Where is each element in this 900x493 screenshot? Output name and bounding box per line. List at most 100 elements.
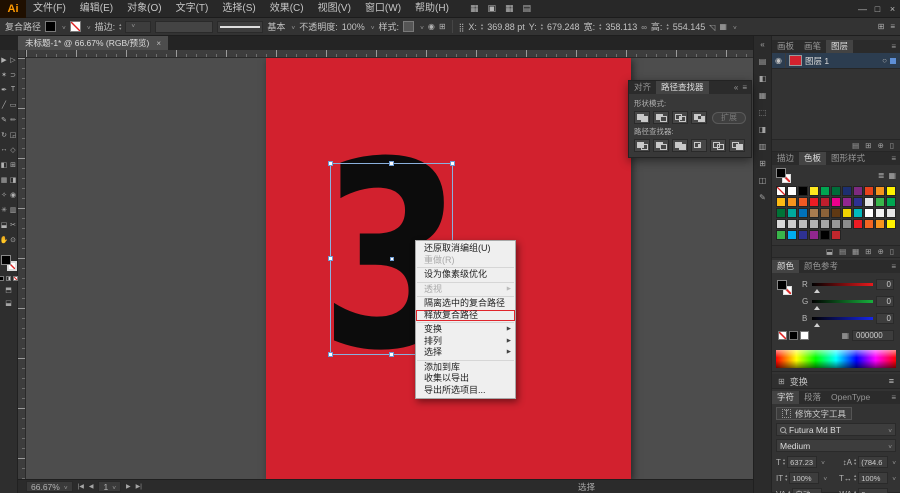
visibility-eye-icon[interactable] [772, 53, 786, 68]
artboard-tool[interactable]: ⬓ [0, 217, 9, 232]
layers-footer-icon[interactable]: ▤ [852, 141, 859, 150]
reference-point-locator[interactable] [459, 22, 465, 32]
menu-item-transform[interactable]: 变换 [416, 324, 515, 336]
white-swatch[interactable] [800, 331, 809, 340]
color-swatch[interactable] [776, 230, 786, 240]
panel-icon[interactable]: ▥ [759, 142, 767, 151]
color-swatch[interactable] [787, 208, 797, 218]
tab-opentype[interactable]: OpenType [826, 391, 875, 404]
color-swatch[interactable] [875, 197, 885, 207]
color-swatch[interactable] [842, 219, 852, 229]
fill-caret-icon[interactable] [60, 22, 66, 32]
tab-pathfinder[interactable]: 路径查找器 [656, 81, 709, 94]
brush-preview[interactable] [155, 20, 214, 33]
font-size-caret-icon[interactable] [819, 457, 825, 467]
menu-item[interactable]: 选择(S) [215, 0, 262, 18]
shape-builder-tool[interactable]: ◧ [0, 157, 9, 172]
rotate-tool[interactable]: ↻ [0, 127, 9, 142]
style-caret-icon[interactable] [418, 22, 424, 32]
menu-item-add-to-library[interactable]: 添加到库 [416, 362, 515, 374]
artboard-caret-icon[interactable] [110, 482, 116, 492]
green-slider[interactable] [812, 300, 873, 310]
black-swatch[interactable] [789, 331, 798, 340]
control-panel-menu-icon[interactable] [890, 22, 895, 31]
color-swatch[interactable] [875, 219, 885, 229]
width-stepper[interactable] [599, 23, 601, 31]
mesh-tool[interactable]: ▦ [0, 172, 9, 187]
zoom-tool[interactable]: ⊙ [9, 232, 18, 247]
fill-stroke-proxy[interactable] [0, 255, 17, 271]
color-swatch[interactable] [820, 197, 830, 207]
perspective-grid-tool[interactable]: ⊞ [9, 157, 18, 172]
menu-item[interactable]: 文件(F) [26, 0, 73, 18]
touch-type-tool-button[interactable]: 修饰文字工具 [776, 407, 853, 420]
horizontal-scale-value[interactable]: 100% [858, 472, 889, 484]
exclude-icon[interactable] [691, 111, 707, 124]
layers-footer-icon[interactable]: ⊕ [878, 141, 884, 150]
x-value[interactable]: 369.88 pt [487, 22, 525, 32]
minimize-button[interactable]: — [855, 0, 870, 18]
blue-value[interactable]: 0 [876, 313, 894, 324]
brush-basic-label[interactable]: 基本 [267, 20, 285, 33]
color-swatch[interactable] [842, 186, 852, 196]
swatches-footer-icon[interactable]: ⊕ [878, 247, 884, 256]
transform-title[interactable]: 变换 [790, 375, 808, 388]
tracking-caret-icon[interactable] [890, 489, 896, 493]
color-swatch[interactable] [820, 208, 830, 218]
menu-item-collect-for-export[interactable]: 收集以导出 [416, 373, 515, 385]
tab-color[interactable]: 颜色 [772, 260, 800, 273]
outline-icon[interactable] [710, 139, 726, 152]
panel-menu-icon[interactable] [891, 393, 896, 402]
horizontal-scale-stepper[interactable] [854, 474, 856, 482]
minus-back-icon[interactable] [729, 139, 745, 152]
width-value[interactable]: 358.113 [605, 22, 637, 32]
menu-item-export-selection[interactable]: 导出所选项目... [416, 385, 515, 397]
color-swatch[interactable] [831, 219, 841, 229]
menu-item[interactable]: 效果(C) [263, 0, 311, 18]
color-swatch[interactable] [853, 197, 863, 207]
zoom-level-select[interactable]: 66.67% [26, 481, 73, 492]
constrain-proportions-icon[interactable] [641, 22, 647, 32]
color-button[interactable] [0, 276, 4, 281]
color-swatch[interactable] [886, 219, 896, 229]
swatches-footer-icon[interactable]: ⊞ [865, 247, 871, 256]
color-swatch[interactable] [820, 219, 830, 229]
color-swatch[interactable] [886, 208, 896, 218]
menu-item[interactable]: 窗口(W) [358, 0, 408, 18]
align-options-icon[interactable] [719, 22, 727, 31]
color-swatch[interactable] [820, 186, 830, 196]
y-stepper[interactable] [541, 23, 543, 31]
selection-indicator[interactable] [890, 57, 896, 64]
stroke-caret-icon[interactable] [85, 22, 91, 32]
previous-artboard-button[interactable] [89, 483, 94, 490]
color-swatch[interactable] [809, 219, 819, 229]
fill-stroke-proxy[interactable] [777, 280, 792, 295]
gradient-tool[interactable]: ◨ [9, 172, 18, 187]
arrange-icon[interactable] [878, 22, 885, 31]
align-caret-icon[interactable] [731, 22, 737, 32]
color-swatch[interactable] [842, 208, 852, 218]
target-icon[interactable]: ○ [882, 56, 887, 65]
color-swatch[interactable] [798, 230, 808, 240]
color-swatch[interactable] [842, 197, 852, 207]
color-swatch[interactable] [787, 219, 797, 229]
width-tool[interactable]: ↔ [0, 142, 9, 157]
hex-value-field[interactable]: 000000 [852, 330, 894, 341]
horizontal-scale-caret-icon[interactable] [890, 473, 896, 483]
menu-item[interactable]: 文字(T) [169, 0, 216, 18]
red-slider[interactable] [812, 283, 873, 293]
blend-tool[interactable]: ◉ [9, 187, 18, 202]
tab-artboards[interactable]: 画板 [772, 40, 799, 53]
gradient-button[interactable] [6, 276, 11, 281]
menu-item[interactable]: 对象(O) [120, 0, 168, 18]
height-value[interactable]: 554.145 [673, 22, 706, 32]
horizontal-ruler[interactable] [26, 50, 753, 58]
tab-align[interactable]: 对齐 [629, 81, 656, 94]
panel-menu-icon[interactable] [891, 154, 896, 163]
panel-icon[interactable]: ▦ [759, 91, 767, 100]
panel-icon[interactable]: ◧ [759, 74, 767, 83]
tab-character[interactable]: 字符 [772, 391, 800, 404]
panel-menu-icon[interactable] [742, 83, 747, 92]
red-value[interactable]: 0 [876, 279, 894, 290]
panel-icon[interactable]: « [760, 40, 764, 49]
